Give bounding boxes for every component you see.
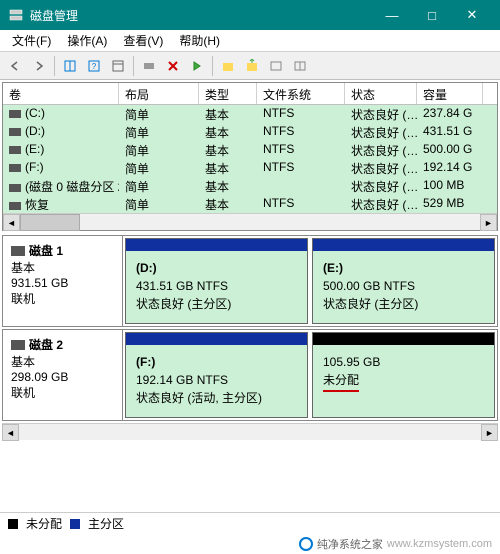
menubar: 文件(F) 操作(A) 查看(V) 帮助(H): [0, 30, 500, 52]
svg-text:?: ?: [92, 62, 97, 71]
folder-icon[interactable]: [217, 55, 239, 77]
watermark-brand: 纯净系统之家: [317, 536, 383, 552]
volume-list: 卷 布局 类型 文件系统 状态 容量 (C:)简单基本NTFS状态良好 (…23…: [2, 82, 498, 231]
maximize-button[interactable]: □: [412, 0, 452, 30]
disk-2-status: 联机: [11, 384, 114, 401]
disk-1-size: 931.51 GB: [11, 276, 114, 290]
disk-2-label[interactable]: 磁盘 2 基本 298.09 GB 联机: [3, 330, 123, 420]
scroll-left-icon[interactable]: ◄: [2, 424, 19, 441]
toolbar-btn-7[interactable]: [289, 55, 311, 77]
col-type[interactable]: 类型: [199, 83, 257, 104]
column-headers: 卷 布局 类型 文件系统 状态 容量: [3, 83, 497, 105]
scroll-thumb[interactable]: [20, 214, 80, 231]
table-row[interactable]: (E:)简单基本NTFS状态良好 (…500.00 G: [3, 141, 497, 159]
minimize-button[interactable]: —: [372, 0, 412, 30]
disk-1-status: 联机: [11, 290, 114, 307]
watermark: 纯净系统之家 www.kzmsystem.com: [0, 534, 500, 554]
toolbar-btn-1[interactable]: [59, 55, 81, 77]
disk-1-label[interactable]: 磁盘 1 基本 931.51 GB 联机: [3, 236, 123, 326]
toolbar-btn-5[interactable]: [241, 55, 263, 77]
forward-button[interactable]: [28, 55, 50, 77]
titlebar: 磁盘管理 — □ ✕: [0, 0, 500, 30]
toolbar-btn-4[interactable]: [186, 55, 208, 77]
disk-row-2: 磁盘 2 基本 298.09 GB 联机 (F:)192.14 GB NTFS状…: [2, 329, 498, 421]
disk-map: 磁盘 1 基本 931.51 GB 联机 (D:)431.51 GB NTFS状…: [0, 233, 500, 442]
disk-2-type: 基本: [11, 353, 114, 370]
window-title: 磁盘管理: [30, 7, 372, 24]
partition[interactable]: 105.95 GB未分配: [312, 332, 495, 418]
menu-help[interactable]: 帮助(H): [171, 30, 228, 51]
disk-2-name: 磁盘 2: [29, 336, 63, 353]
col-fs[interactable]: 文件系统: [257, 83, 345, 104]
legend-unallocated: 未分配: [26, 515, 62, 532]
legend-primary-swatch: [70, 519, 80, 529]
legend: 未分配 主分区: [0, 512, 500, 534]
app-icon: [8, 7, 24, 23]
disk-1-type: 基本: [11, 259, 114, 276]
partition[interactable]: (E:)500.00 GB NTFS状态良好 (主分区): [312, 238, 495, 324]
list-scrollbar[interactable]: ◄ ►: [3, 213, 497, 230]
disk-1-name: 磁盘 1: [29, 242, 63, 259]
disk-2-size: 298.09 GB: [11, 370, 114, 384]
watermark-logo-icon: [299, 537, 313, 551]
toolbar-btn-6[interactable]: [265, 55, 287, 77]
back-button[interactable]: [4, 55, 26, 77]
table-row[interactable]: (磁盘 0 磁盘分区 2)简单基本状态良好 (…100 MB: [3, 177, 497, 195]
disk-icon: [11, 246, 25, 256]
toolbar-btn-2[interactable]: ?: [83, 55, 105, 77]
menu-file[interactable]: 文件(F): [4, 30, 59, 51]
toolbar: ?: [0, 52, 500, 80]
partition[interactable]: (F:)192.14 GB NTFS状态良好 (活动, 主分区): [125, 332, 308, 418]
col-status[interactable]: 状态: [345, 83, 417, 104]
menu-view[interactable]: 查看(V): [115, 30, 171, 51]
scroll-right-icon[interactable]: ►: [481, 424, 498, 441]
legend-unallocated-swatch: [8, 519, 18, 529]
scroll-left-icon[interactable]: ◄: [3, 214, 20, 231]
col-capacity[interactable]: 容量: [417, 83, 483, 104]
window-controls: — □ ✕: [372, 0, 492, 30]
legend-primary: 主分区: [88, 515, 124, 532]
partition[interactable]: (D:)431.51 GB NTFS状态良好 (主分区): [125, 238, 308, 324]
menu-action[interactable]: 操作(A): [59, 30, 115, 51]
table-row[interactable]: (C:)简单基本NTFS状态良好 (…237.84 G: [3, 105, 497, 123]
watermark-url: www.kzmsystem.com: [387, 538, 492, 550]
close-button[interactable]: ✕: [452, 0, 492, 30]
map-scrollbar[interactable]: ◄ ►: [2, 423, 498, 440]
disk-icon: [11, 340, 25, 350]
col-layout[interactable]: 布局: [119, 83, 199, 104]
table-row[interactable]: 恢复简单基本NTFS状态良好 (…529 MB: [3, 195, 497, 213]
scroll-right-icon[interactable]: ►: [480, 214, 497, 231]
table-row[interactable]: (D:)简单基本NTFS状态良好 (…431.51 G: [3, 123, 497, 141]
toolbar-btn-3[interactable]: [107, 55, 129, 77]
table-row[interactable]: (F:)简单基本NTFS状态良好 (…192.14 G: [3, 159, 497, 177]
col-volume[interactable]: 卷: [3, 83, 119, 104]
disk-row-1: 磁盘 1 基本 931.51 GB 联机 (D:)431.51 GB NTFS状…: [2, 235, 498, 327]
delete-icon[interactable]: [162, 55, 184, 77]
refresh-button[interactable]: [138, 55, 160, 77]
